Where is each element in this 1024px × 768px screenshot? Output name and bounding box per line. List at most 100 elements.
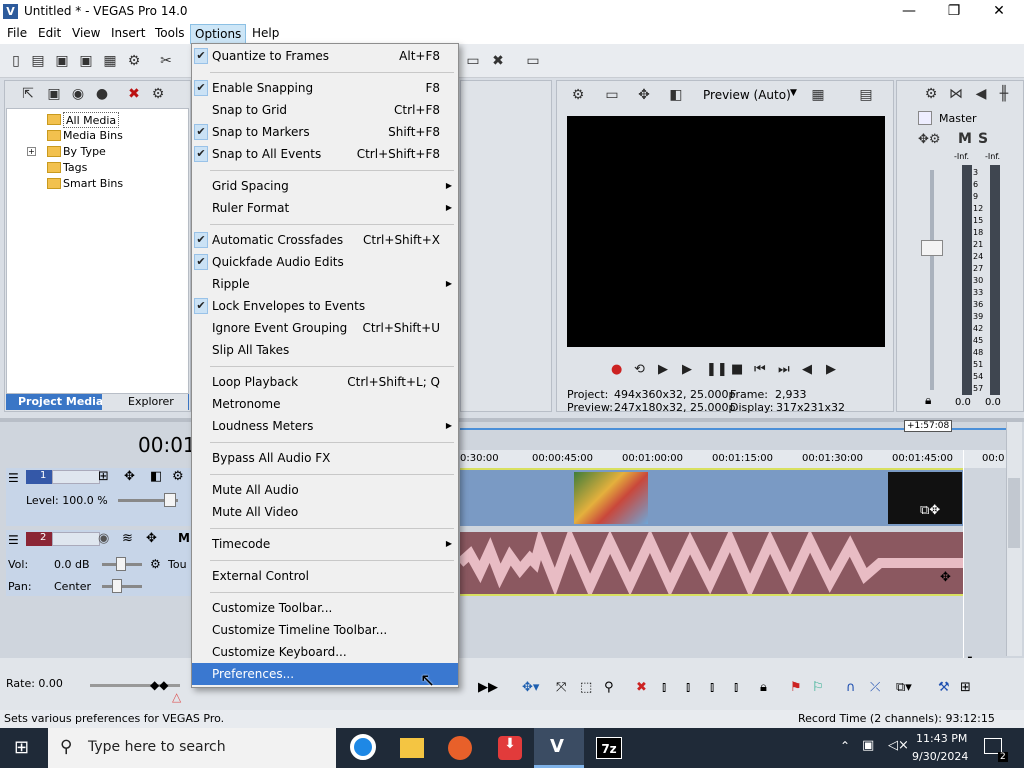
media-settings-icon[interactable]: ⚙ xyxy=(150,86,166,102)
menu-view[interactable]: View xyxy=(72,26,100,40)
trim-start-icon[interactable]: ⫾ xyxy=(686,680,690,695)
media-fx-icon[interactable]: ◉ xyxy=(70,86,86,102)
audio-track-header[interactable]: ☰ 2 ◉ ≋ ✥ M Vol: 0.0 dB ⚙ Tou Pan: Cente… xyxy=(6,530,192,596)
lock-event-icon[interactable]: 🔒︎ xyxy=(760,680,767,695)
chrome-icon[interactable] xyxy=(350,734,376,760)
track-fx-icon[interactable]: ⊞ xyxy=(98,469,109,484)
menu-options[interactable]: Options xyxy=(190,24,247,44)
7zip-icon[interactable]: 7z xyxy=(596,737,622,759)
track-motion-icon[interactable]: ✥ xyxy=(124,469,135,484)
firefox-icon[interactable] xyxy=(448,736,472,760)
arm-record-icon[interactable]: ◉ xyxy=(98,531,109,546)
split-icon[interactable]: ⫾ xyxy=(734,680,738,695)
menu-item-preferences[interactable]: Preferences... xyxy=(192,663,458,685)
envelope-lock-icon[interactable]: ⊞ xyxy=(960,680,971,695)
grouping-icon[interactable]: ⚒ xyxy=(938,680,950,695)
rate-slider-handle[interactable]: ◆◆ xyxy=(150,678,168,692)
capture-icon[interactable]: ▣ xyxy=(46,86,62,102)
loop-icon[interactable]: ⟲ xyxy=(634,362,645,377)
track-menu-icon[interactable]: ☰ xyxy=(8,471,19,485)
master-fader-handle[interactable] xyxy=(921,240,943,256)
meter-icon[interactable]: ╫ xyxy=(996,86,1012,102)
lock-icon[interactable]: 🔒︎ xyxy=(925,393,931,408)
grid-icon[interactable]: ▦ xyxy=(810,87,826,103)
level-slider-handle[interactable] xyxy=(164,493,176,507)
go-end-icon[interactable]: ⏭ xyxy=(778,362,790,377)
pan-slider-handle[interactable] xyxy=(112,579,122,593)
prev-frame-icon[interactable]: ◀ xyxy=(802,362,812,377)
cut-icon[interactable]: ✂ xyxy=(158,53,174,69)
vol-slider-handle[interactable] xyxy=(116,557,126,571)
menu-item-lock-envelopes-to-events[interactable]: ✔ Lock Envelopes to Events xyxy=(192,295,458,317)
play-icon[interactable]: ▶ xyxy=(682,362,692,377)
next-frame-icon[interactable]: ▶ xyxy=(826,362,836,377)
track-menu-icon[interactable]: ☰ xyxy=(8,533,19,547)
video-track-header[interactable]: ☰ 1 ⊞ ✥ ◧ ⚙ Level: 100.0 % xyxy=(6,468,192,526)
split-screen-icon[interactable]: ✥ xyxy=(636,87,652,103)
track-settings-icon[interactable]: ⚙ xyxy=(172,469,184,484)
menu-item-customize-toolbar[interactable]: Customize Toolbar... xyxy=(192,597,458,619)
region-icon[interactable]: ⚐ xyxy=(812,680,824,695)
windows-start-icon[interactable]: ⊞ xyxy=(14,737,29,758)
download-manager-icon[interactable]: ⬇ xyxy=(498,736,522,760)
tray-chevron-icon[interactable]: ⌃ xyxy=(840,739,850,753)
downmix-icon[interactable]: ⋈ xyxy=(948,86,964,102)
menu-item-mute-all-audio[interactable]: Mute All Audio xyxy=(192,479,458,501)
menu-item-bypass-all-audio-fx[interactable]: Bypass All Audio FX xyxy=(192,447,458,469)
timeline-ruler[interactable]: 0:30:00 00:00:45:00 00:01:00:00 00:01:15… xyxy=(460,450,1018,468)
close-x-icon[interactable]: ✖ xyxy=(490,53,506,69)
menu-item-customize-timeline-toolbar[interactable]: Customize Timeline Toolbar... xyxy=(192,619,458,641)
menu-edit[interactable]: Edit xyxy=(38,26,61,40)
save-as-icon[interactable]: ▣ xyxy=(78,53,94,69)
preview-settings-icon[interactable]: ⚙ xyxy=(570,87,586,103)
save-icon[interactable]: ▣ xyxy=(54,53,70,69)
invert-phase-icon[interactable]: ≋ xyxy=(122,531,133,546)
tree-by-type[interactable]: By Type xyxy=(63,144,106,160)
copy-snapshot-icon[interactable]: ▤ xyxy=(858,87,874,103)
envelope-tool-icon[interactable]: ⤧ xyxy=(556,680,566,695)
menu-item-quickfade-audio-edits[interactable]: ✔ Quickfade Audio Edits xyxy=(192,251,458,273)
import-icon[interactable]: ⇱ xyxy=(20,86,36,102)
tree-smart-bins[interactable]: Smart Bins xyxy=(63,176,123,192)
delete-icon[interactable]: ✖ xyxy=(636,680,647,695)
menu-item-loudness-meters[interactable]: Loudness Meters ▶ xyxy=(192,415,458,437)
record-icon[interactable]: ● xyxy=(611,362,622,377)
dim-icon[interactable]: ◀ xyxy=(973,86,989,102)
file-explorer-icon[interactable] xyxy=(400,738,424,758)
menu-item-loop-playback[interactable]: Loop Playback Ctrl+Shift+L; Q xyxy=(192,371,458,393)
render-icon[interactable]: ▦ xyxy=(102,53,118,69)
menu-item-automatic-crossfades[interactable]: ✔ Automatic Crossfades Ctrl+Shift+X xyxy=(192,229,458,251)
tree-all-media[interactable]: All Media xyxy=(63,112,120,128)
expand-icon[interactable]: + xyxy=(27,147,36,156)
external-monitor-icon[interactable]: ▭ xyxy=(604,87,620,103)
volume-icon[interactable]: ◁× xyxy=(888,738,909,753)
tree-media-bins[interactable]: Media Bins xyxy=(63,128,123,144)
play-from-start-icon[interactable]: ▶ xyxy=(658,362,668,377)
toolbar-extra-icon[interactable]: ▭ xyxy=(465,53,481,69)
menu-file[interactable]: File xyxy=(7,26,27,40)
menu-item-snap-to-grid[interactable]: Snap to Grid Ctrl+F8 xyxy=(192,99,458,121)
taskbar-search[interactable]: ⚲ Type here to search xyxy=(48,728,336,768)
selection-tool-icon[interactable]: ⬚ xyxy=(580,680,592,695)
menu-tools[interactable]: Tools xyxy=(155,26,185,40)
overlay-icon[interactable]: ◧ xyxy=(668,87,684,103)
menu-item-snap-to-all-events[interactable]: ✔ Snap to All Events Ctrl+Shift+F8 xyxy=(192,143,458,165)
menu-item-timecode[interactable]: Timecode ▶ xyxy=(192,533,458,555)
menu-insert[interactable]: Insert xyxy=(111,26,145,40)
menu-item-grid-spacing[interactable]: Grid Spacing ▶ xyxy=(192,175,458,197)
pause-icon[interactable]: ❚❚ xyxy=(706,362,728,377)
close-button[interactable]: ✕ xyxy=(976,0,1022,24)
menu-item-snap-to-markers[interactable]: ✔ Snap to Markers Shift+F8 xyxy=(192,121,458,143)
tab-project-media[interactable]: Project Media xyxy=(18,395,103,408)
trim-end-icon[interactable]: ⫾ xyxy=(710,680,714,695)
crossfade-icon[interactable]: ⤫ xyxy=(870,680,880,695)
track-fx-icon[interactable]: ✥ xyxy=(146,531,157,546)
normal-edit-tool-icon[interactable]: ✥▾ xyxy=(522,680,539,695)
web-icon[interactable]: ● xyxy=(94,86,110,102)
solo-button[interactable]: S xyxy=(978,131,988,147)
track-compositing-icon[interactable]: ◧ xyxy=(150,469,162,484)
open-icon[interactable]: ▤ xyxy=(30,53,46,69)
window-icon[interactable]: ▭ xyxy=(525,53,541,69)
tree-tags[interactable]: Tags xyxy=(63,160,87,176)
snapping-icon[interactable]: ∩ xyxy=(846,680,856,695)
